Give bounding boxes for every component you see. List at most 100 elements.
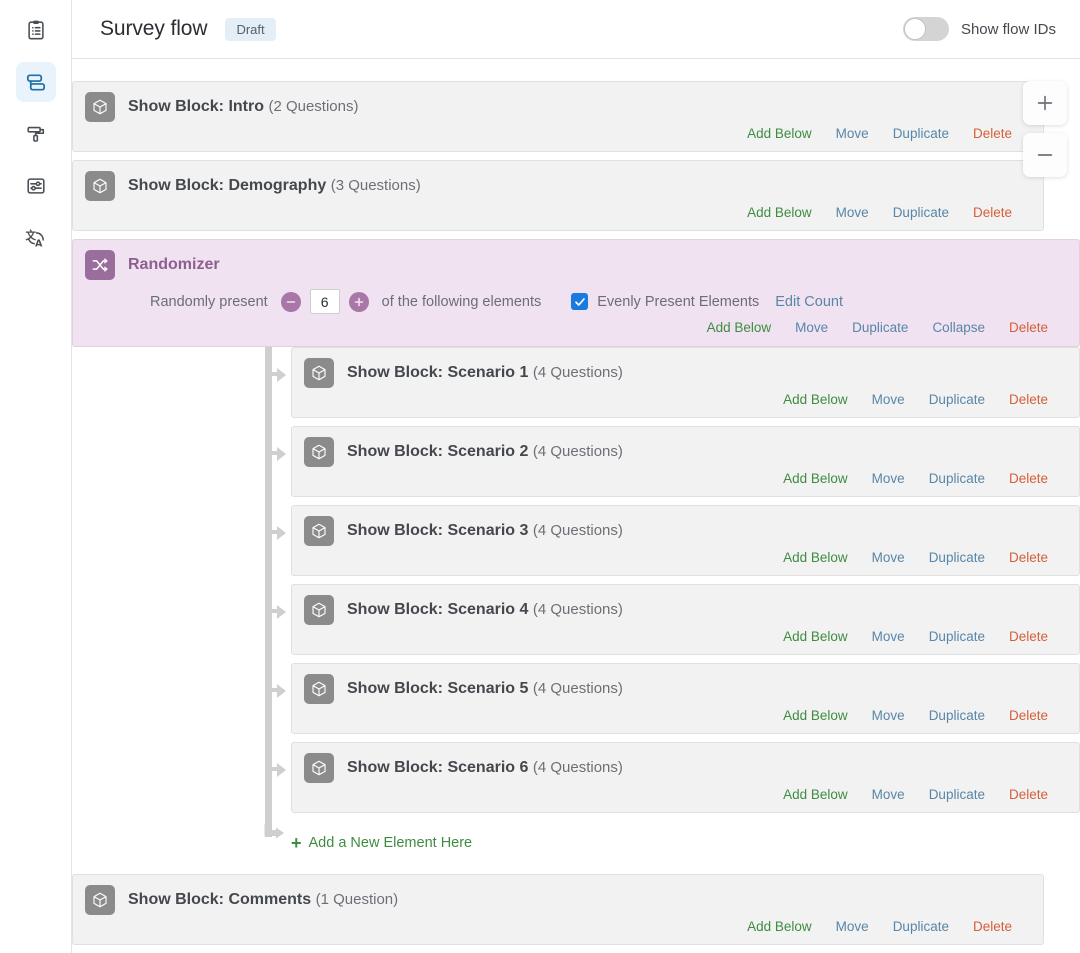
action-add-below[interactable]: Add Below	[747, 205, 812, 220]
randomizer-count-input[interactable]	[309, 289, 340, 314]
block-name: Show Block: Intro	[128, 98, 264, 115]
block-question-count: (4 Questions)	[532, 759, 623, 776]
action-move[interactable]: Move	[872, 708, 905, 723]
following-elements-label: of the following elements	[381, 293, 542, 310]
action-duplicate[interactable]: Duplicate	[929, 629, 985, 644]
flow-canvas: Show Block: Intro (2 Questions) Add Below…	[72, 59, 1080, 953]
sidebar-item-settings[interactable]	[16, 166, 56, 206]
evenly-present-checkbox[interactable]	[571, 293, 589, 310]
survey-flow-app: 文 A Survey flow Draft Show flow IDs Show…	[0, 0, 1080, 953]
bottom-blocks: Show Block: Comments (1 Question) Add Bel…	[72, 874, 1080, 953]
flow-row-child-block[interactable]: Show Block: Scenario 4 (4 Questions) Add …	[265, 584, 1080, 655]
action-delete[interactable]: Delete	[1009, 629, 1048, 644]
connector-arrow-icon	[265, 682, 287, 700]
randomizer-title: Randomizer	[128, 256, 220, 273]
action-add-below[interactable]: Add Below	[747, 919, 812, 934]
action-move[interactable]: Move	[872, 550, 905, 565]
sidebar-rail: 文 A	[0, 0, 72, 953]
add-element-in-randomizer-link[interactable]: + Add a New Element Here	[264, 821, 1080, 853]
sidebar-item-look-and-feel[interactable]	[16, 114, 56, 154]
sidebar-item-flow[interactable]	[15, 62, 56, 102]
flow-row-child-block[interactable]: Show Block: Scenario 1 (4 Questions) Add …	[265, 347, 1080, 418]
sidebar-item-translations[interactable]: 文 A	[16, 218, 56, 258]
row-actions: Add Below Move Duplicate Delete	[292, 625, 1079, 654]
row-header: Show Block: Demography (3 Questions)	[73, 161, 1043, 201]
zoom-in-button[interactable]	[1023, 81, 1067, 125]
header-right-group: Show flow IDs	[902, 17, 1056, 41]
action-duplicate[interactable]: Duplicate	[929, 708, 985, 723]
action-delete[interactable]: Delete	[973, 919, 1012, 934]
action-duplicate[interactable]: Duplicate	[929, 550, 985, 565]
action-add-below[interactable]: Add Below	[783, 550, 848, 565]
flow-row-block[interactable]: Show Block: Demography (3 Questions) Add …	[72, 160, 1044, 231]
block-name: Show Block: Scenario 1	[347, 364, 529, 381]
show-flow-ids-label: Show flow IDs	[960, 20, 1056, 38]
action-delete[interactable]: Delete	[1009, 708, 1048, 723]
randomizer-children: Show Block: Scenario 1 (4 Questions) Add …	[72, 347, 1080, 852]
action-move[interactable]: Move	[872, 787, 905, 802]
show-flow-ids-toggle[interactable]	[902, 17, 949, 41]
row-actions: Add Below Move Duplicate Delete	[73, 122, 1043, 151]
flow-list: Show Block: Intro (2 Questions) Add Below…	[72, 59, 1080, 953]
action-delete[interactable]: Delete	[973, 205, 1012, 220]
minus-icon	[1034, 144, 1056, 166]
action-delete[interactable]: Delete	[1009, 392, 1048, 407]
sidebar-item-survey[interactable]	[16, 10, 56, 50]
flow-row-child-block[interactable]: Show Block: Scenario 2 (4 Questions) Add …	[265, 426, 1080, 497]
plus-icon: +	[291, 833, 302, 853]
action-add-below[interactable]: Add Below	[783, 629, 848, 644]
block-cube-icon	[85, 92, 115, 122]
flow-row-child-block[interactable]: Show Block: Scenario 3 (4 Questions) Add …	[265, 505, 1080, 576]
decrement-count-button[interactable]	[280, 291, 301, 312]
action-move[interactable]: Move	[836, 126, 869, 141]
action-add-below[interactable]: Add Below	[783, 392, 848, 407]
action-duplicate[interactable]: Duplicate	[929, 392, 985, 407]
action-duplicate[interactable]: Duplicate	[929, 471, 985, 486]
action-add-below[interactable]: Add Below	[747, 126, 812, 141]
flow-row-child-block[interactable]: Show Block: Scenario 6 (4 Questions) Add …	[265, 742, 1080, 813]
connector-arrow-icon	[265, 524, 287, 542]
clipboard-icon	[25, 19, 47, 41]
randomizer-element[interactable]: Randomizer Randomly present of the follow…	[72, 239, 1080, 347]
action-delete[interactable]: Delete	[1009, 787, 1048, 802]
flow-row-block[interactable]: Show Block: Intro (2 Questions) Add Below…	[72, 81, 1044, 152]
block-name: Show Block: Comments	[128, 891, 312, 908]
flow-row-child-block[interactable]: Show Block: Scenario 5 (4 Questions) Add …	[265, 663, 1080, 734]
action-add-below[interactable]: Add Below	[707, 320, 772, 335]
evenly-present-label[interactable]: Evenly Present Elements	[597, 294, 759, 310]
flow-row-block[interactable]: Show Block: Comments (1 Question) Add Bel…	[72, 874, 1044, 945]
shuffle-icon	[85, 250, 115, 280]
action-duplicate[interactable]: Duplicate	[893, 126, 949, 141]
block-name: Show Block: Scenario 5	[347, 680, 529, 697]
action-add-below[interactable]: Add Below	[783, 708, 848, 723]
action-move[interactable]: Move	[872, 471, 905, 486]
zoom-out-button[interactable]	[1023, 133, 1067, 177]
increment-count-button[interactable]	[348, 291, 369, 312]
block-label: Show Block: Scenario 5 (4 Questions)	[347, 680, 623, 698]
action-move[interactable]: Move	[872, 392, 905, 407]
block-question-count: (4 Questions)	[532, 680, 623, 697]
action-delete[interactable]: Delete	[1009, 320, 1048, 335]
action-add-below[interactable]: Add Below	[783, 471, 848, 486]
block-label: Show Block: Intro (2 Questions)	[128, 98, 359, 116]
action-duplicate[interactable]: Duplicate	[852, 320, 908, 335]
action-collapse[interactable]: Collapse	[932, 320, 985, 335]
paint-roller-icon	[25, 123, 47, 145]
action-move[interactable]: Move	[836, 919, 869, 934]
row-actions: Add Below Move Duplicate Delete	[292, 704, 1079, 733]
action-duplicate[interactable]: Duplicate	[929, 787, 985, 802]
action-delete[interactable]: Delete	[1009, 550, 1048, 565]
action-add-below[interactable]: Add Below	[783, 787, 848, 802]
action-move[interactable]: Move	[795, 320, 828, 335]
action-delete[interactable]: Delete	[1009, 471, 1048, 486]
action-duplicate[interactable]: Duplicate	[893, 205, 949, 220]
action-duplicate[interactable]: Duplicate	[893, 919, 949, 934]
row-actions: Add Below Move Duplicate Delete	[292, 467, 1079, 496]
action-delete[interactable]: Delete	[973, 126, 1012, 141]
connector-arrow-icon	[265, 603, 287, 621]
action-move[interactable]: Move	[836, 205, 869, 220]
block-label: Show Block: Scenario 2 (4 Questions)	[347, 443, 623, 461]
row-header: Show Block: Scenario 3 (4 Questions)	[292, 506, 1079, 546]
action-move[interactable]: Move	[872, 629, 905, 644]
edit-count-link[interactable]: Edit Count	[775, 294, 843, 310]
